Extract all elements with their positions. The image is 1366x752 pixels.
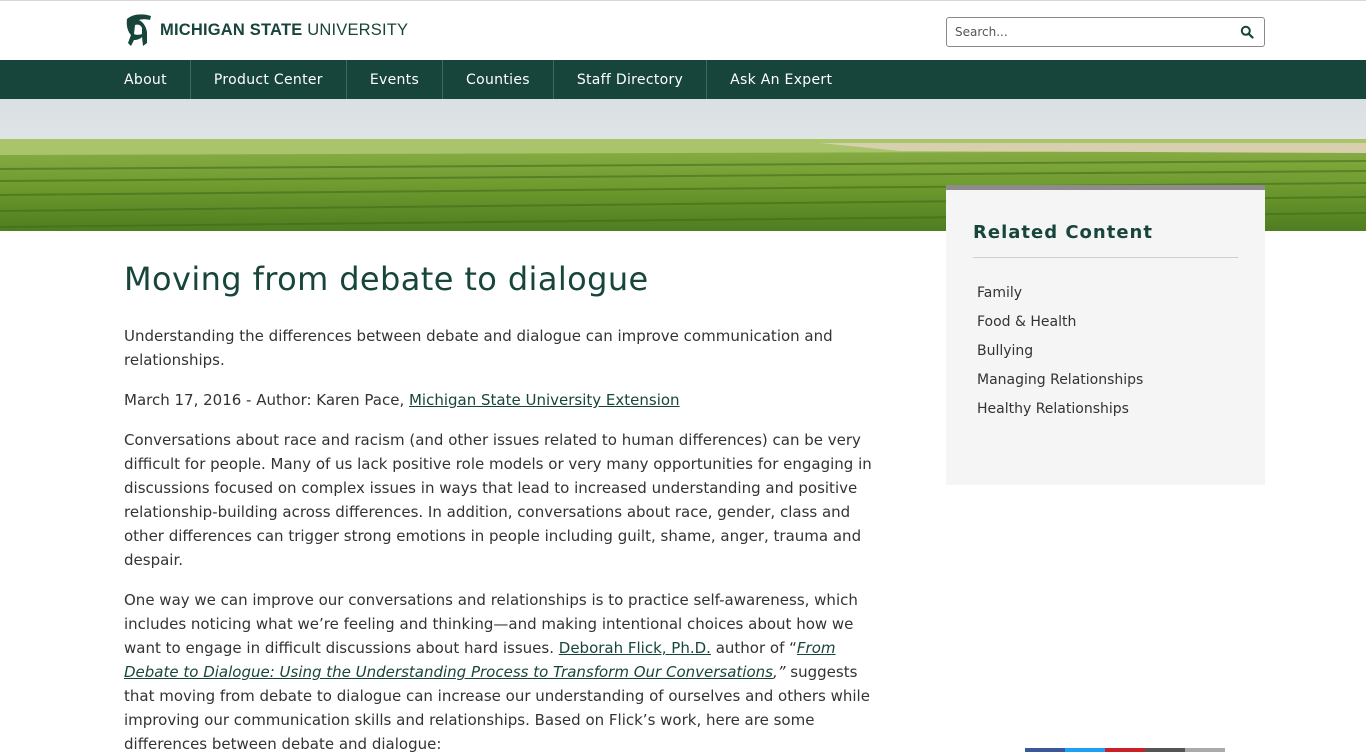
nav-item-ask-an-expert[interactable]: Ask An Expert (706, 60, 855, 99)
msu-logo[interactable]: MICHIGAN STATE UNIVERSITY (124, 13, 408, 47)
logo-secondary-text: UNIVERSITY (307, 20, 409, 39)
nav-item-events[interactable]: Events (345, 60, 442, 99)
paragraph-text: ,” (772, 663, 786, 681)
article-byline: March 17, 2016 - Author: Karen Pace, Mic… (124, 388, 876, 412)
related-content-list: Family Food & Health Bullying Managing R… (977, 279, 1143, 424)
related-item-healthy-relationships[interactable]: Healthy Relationships (977, 395, 1143, 424)
divider (973, 257, 1238, 258)
share-bar (1025, 748, 1225, 752)
nav-item-staff-directory[interactable]: Staff Directory (552, 60, 706, 99)
search-input[interactable] (947, 18, 1227, 46)
article-paragraph: One way we can improve our conversations… (124, 588, 876, 752)
nav-item-counties[interactable]: Counties (442, 60, 553, 99)
page-title: Moving from debate to dialogue (124, 260, 649, 298)
nav-item-about[interactable]: About (124, 60, 190, 99)
paragraph-text: author of “ (710, 639, 797, 657)
email-share-button[interactable] (1145, 748, 1185, 752)
facebook-share-button[interactable] (1025, 748, 1065, 752)
print-share-button[interactable] (1185, 748, 1225, 752)
main-nav: About Product Center Events Counties Sta… (0, 60, 1366, 99)
related-item-family[interactable]: Family (977, 279, 1143, 308)
twitter-share-button[interactable] (1065, 748, 1105, 752)
article: Moving from debate to dialogue Understan… (124, 231, 876, 752)
author-org-link[interactable]: Michigan State University Extension (409, 391, 680, 409)
site-header: MICHIGAN STATE UNIVERSITY (0, 0, 1366, 60)
byline-text: March 17, 2016 - Author: Karen Pace, (124, 391, 409, 409)
related-item-bullying[interactable]: Bullying (977, 337, 1143, 366)
logo-primary-text: MICHIGAN STATE (160, 20, 303, 39)
related-item-managing-relationships[interactable]: Managing Relationships (977, 366, 1143, 395)
nav-item-product-center[interactable]: Product Center (189, 60, 346, 99)
search-box (946, 17, 1265, 47)
related-content-heading: Related Content (973, 222, 1153, 243)
related-item-food-health[interactable]: Food & Health (977, 308, 1143, 337)
deborah-flick-link[interactable]: Deborah Flick, Ph.D. (559, 639, 711, 657)
search-icon[interactable] (1240, 25, 1254, 39)
pinterest-share-button[interactable] (1105, 748, 1145, 752)
spartan-helmet-icon (126, 14, 151, 46)
related-content-panel: Related Content Family Food & Health Bul… (946, 185, 1265, 485)
article-paragraph: Conversations about race and racism (and… (124, 431, 872, 569)
article-summary: Understanding the differences between de… (124, 327, 833, 369)
